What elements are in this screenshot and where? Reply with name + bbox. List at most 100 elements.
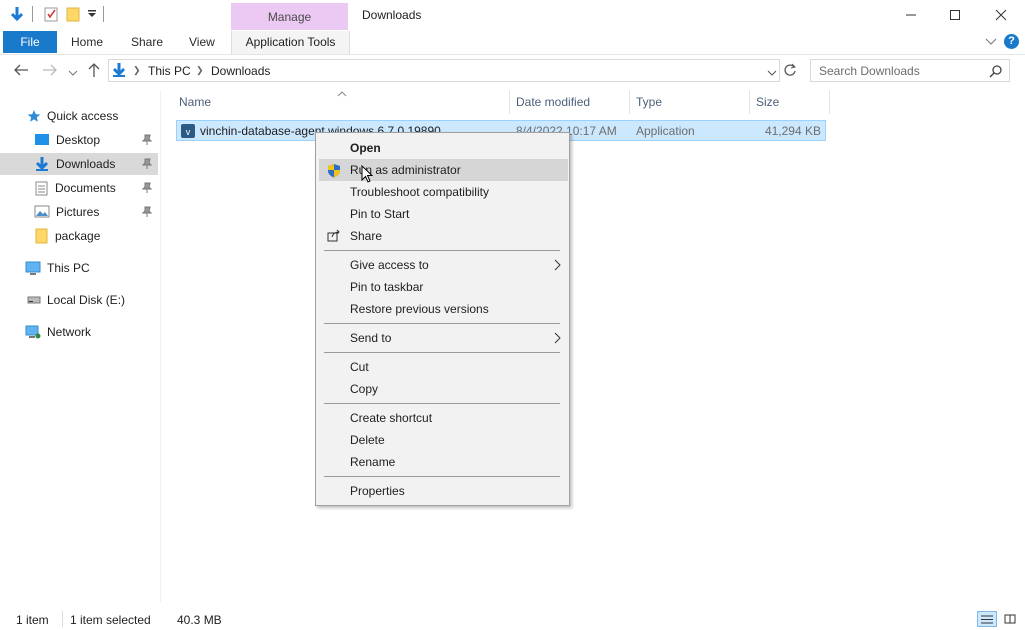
menu-separator: [324, 403, 560, 404]
title-bar: [0, 0, 1025, 30]
menu-item-share[interactable]: Share: [316, 225, 569, 247]
customize-dropdown-icon[interactable]: [84, 6, 100, 22]
sidebar-item-pictures[interactable]: Pictures: [0, 201, 158, 223]
column-divider[interactable]: [629, 90, 630, 114]
menu-item-give-access-to[interactable]: Give access to: [316, 254, 569, 276]
menu-item-label: Open: [350, 141, 381, 155]
file-size: 41,294 KB: [764, 124, 821, 138]
status-size: 40.3 MB: [177, 613, 222, 627]
sidebar-item-label: Desktop: [56, 133, 101, 147]
column-header-size[interactable]: Size: [756, 92, 779, 112]
properties-icon[interactable]: [43, 6, 59, 22]
pin-icon[interactable]: [142, 134, 152, 146]
menu-item-label: Copy: [350, 382, 379, 396]
sidebar-item-label: This PC: [47, 261, 90, 275]
menu-item-label: Pin to Start: [350, 207, 410, 221]
expand-ribbon-icon[interactable]: [985, 36, 997, 50]
back-arrow-icon[interactable]: [13, 63, 29, 80]
menu-item-rename[interactable]: Rename: [316, 451, 569, 473]
application-icon: v: [181, 124, 195, 138]
divider: [103, 6, 104, 22]
menu-item-cut[interactable]: Cut: [316, 356, 569, 378]
menu-item-label: Rename: [350, 455, 396, 469]
large-icons-view-icon: [1004, 614, 1016, 624]
address-dropdown-icon[interactable]: [767, 66, 777, 80]
forward-arrow-icon[interactable]: [42, 63, 58, 80]
maximize-button[interactable]: [932, 0, 978, 30]
share-icon: [327, 229, 340, 242]
recent-locations-icon[interactable]: [68, 66, 78, 80]
new-folder-icon[interactable]: [65, 6, 81, 22]
menu-item-label: Pin to taskbar: [350, 280, 424, 294]
folder-icon: [35, 228, 48, 244]
menu-item-label: Send to: [350, 331, 392, 345]
sidebar-item-downloads[interactable]: Downloads: [0, 153, 158, 175]
menu-item-troubleshoot[interactable]: Troubleshoot compatibility: [316, 181, 569, 203]
sidebar-item-this-pc[interactable]: This PC: [0, 257, 158, 279]
menu-item-create-shortcut[interactable]: Create shortcut: [316, 407, 569, 429]
tab-application-tools[interactable]: Application Tools: [231, 31, 350, 54]
network-icon: [25, 325, 41, 339]
up-arrow-icon[interactable]: [87, 62, 101, 81]
large-icons-view-button[interactable]: [1000, 611, 1020, 627]
menu-item-copy[interactable]: Copy: [316, 378, 569, 400]
column-header-name[interactable]: Name: [179, 92, 211, 112]
menu-separator: [324, 323, 560, 324]
sidebar-item-label: Network: [47, 325, 92, 339]
details-view-button[interactable]: [977, 611, 997, 627]
menu-item-send-to[interactable]: Send to: [316, 327, 569, 349]
sidebar-item-label: Documents: [55, 181, 116, 195]
breadcrumb-this-pc[interactable]: This PC: [148, 64, 191, 78]
downloads-icon: [35, 157, 49, 171]
column-divider[interactable]: [829, 90, 830, 114]
status-bar: 1 item 1 item selected 40.3 MB: [0, 608, 1025, 630]
minimize-button[interactable]: [888, 0, 934, 30]
divider: [32, 6, 33, 22]
address-bar[interactable]: [108, 59, 780, 82]
column-divider[interactable]: [509, 90, 510, 114]
window-title: Downloads: [362, 8, 422, 22]
sidebar-item-desktop[interactable]: Desktop: [0, 129, 158, 151]
shield-icon: [328, 164, 340, 178]
submenu-arrow-icon: [554, 259, 561, 271]
menu-item-properties[interactable]: Properties: [316, 480, 569, 502]
breadcrumb-downloads[interactable]: Downloads: [211, 64, 270, 78]
tab-file[interactable]: File: [3, 31, 57, 53]
menu-item-open[interactable]: Open: [316, 137, 569, 159]
sidebar-item-quick-access[interactable]: Quick access: [0, 105, 158, 127]
drive-icon: [27, 296, 41, 304]
pin-icon[interactable]: [142, 182, 152, 194]
down-arrow-icon[interactable]: [9, 6, 25, 22]
menu-separator: [324, 476, 560, 477]
menu-separator: [324, 250, 560, 251]
search-input[interactable]: Search Downloads: [810, 59, 1010, 82]
search-placeholder: Search Downloads: [819, 64, 920, 78]
column-header-date-modified[interactable]: Date modified: [516, 92, 590, 112]
sidebar-item-local-disk[interactable]: Local Disk (E:): [0, 289, 158, 311]
tab-home[interactable]: Home: [71, 31, 103, 53]
menu-item-delete[interactable]: Delete: [316, 429, 569, 451]
menu-item-pin-to-taskbar[interactable]: Pin to taskbar: [316, 276, 569, 298]
menu-item-label: Share: [350, 229, 383, 243]
mouse-cursor-icon: [361, 164, 374, 187]
close-button[interactable]: [978, 0, 1024, 30]
help-icon[interactable]: ?: [1004, 34, 1019, 49]
column-header-type[interactable]: Type: [636, 92, 662, 112]
tab-share[interactable]: Share: [131, 31, 163, 53]
sidebar-item-documents[interactable]: Documents: [0, 177, 158, 199]
refresh-icon[interactable]: [783, 63, 797, 80]
menu-item-pin-to-start[interactable]: Pin to Start: [316, 203, 569, 225]
sidebar-item-network[interactable]: Network: [0, 321, 158, 343]
menu-item-restore-previous-versions[interactable]: Restore previous versions: [316, 298, 569, 320]
column-divider[interactable]: [749, 90, 750, 114]
sidebar-item-package[interactable]: package: [0, 225, 158, 247]
manage-tab[interactable]: Manage: [231, 3, 348, 30]
pin-icon[interactable]: [142, 158, 152, 170]
documents-icon: [35, 181, 48, 195]
pin-icon[interactable]: [142, 206, 152, 218]
svg-text:v: v: [186, 127, 191, 137]
tab-view[interactable]: View: [189, 31, 215, 53]
menu-item-run-as-administrator[interactable]: Run as administrator: [319, 159, 568, 181]
status-item-count: 1 item: [16, 613, 49, 627]
menu-separator: [324, 352, 560, 353]
